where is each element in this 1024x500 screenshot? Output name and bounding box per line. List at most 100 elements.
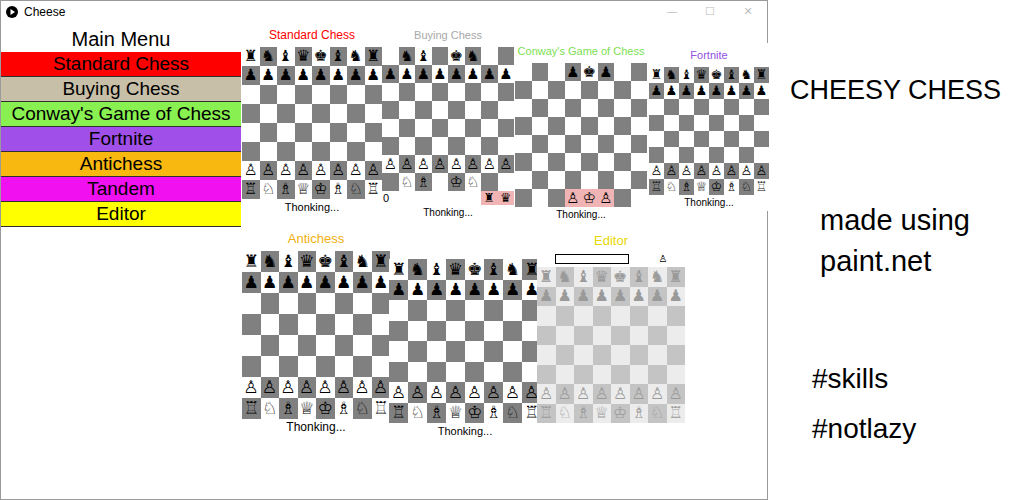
- board-square[interactable]: [260, 142, 278, 161]
- board-square[interactable]: [277, 104, 295, 123]
- board-square[interactable]: [389, 362, 408, 383]
- board-square[interactable]: [498, 47, 515, 65]
- board-square[interactable]: [739, 147, 754, 163]
- board-square[interactable]: ♚: [581, 63, 598, 81]
- board-square[interactable]: ♕: [694, 179, 709, 195]
- board-square[interactable]: ♝: [574, 267, 593, 287]
- board-square[interactable]: ♟: [399, 65, 416, 83]
- board-square[interactable]: [724, 131, 739, 147]
- board-square[interactable]: ♝: [427, 259, 446, 280]
- board-square[interactable]: ♘: [347, 180, 365, 199]
- board-square[interactable]: [667, 365, 686, 385]
- board-square[interactable]: [465, 362, 484, 383]
- board-square[interactable]: ♘: [556, 404, 575, 424]
- board-square[interactable]: [498, 101, 515, 119]
- board-square[interactable]: [372, 293, 391, 314]
- board-square[interactable]: [581, 153, 598, 171]
- board-square[interactable]: ♛: [593, 267, 612, 287]
- board-square[interactable]: [694, 99, 709, 115]
- board-square[interactable]: [427, 362, 446, 383]
- board-square[interactable]: [347, 104, 365, 123]
- board-square[interactable]: ♜: [389, 259, 408, 280]
- board-square[interactable]: [556, 326, 575, 346]
- board-square[interactable]: ♝: [679, 67, 694, 83]
- board-square[interactable]: [648, 345, 667, 365]
- board-square[interactable]: ♟: [389, 280, 408, 301]
- board-square[interactable]: [503, 341, 522, 362]
- board-square[interactable]: ♕: [446, 403, 465, 424]
- board-square[interactable]: ♙: [427, 382, 446, 403]
- board-square[interactable]: [631, 135, 648, 153]
- board-square[interactable]: ♙: [389, 382, 408, 403]
- board-square[interactable]: [709, 115, 724, 131]
- board-square[interactable]: [664, 147, 679, 163]
- board-square[interactable]: ♗: [330, 180, 348, 199]
- board-square[interactable]: [648, 365, 667, 385]
- board-square[interactable]: [664, 115, 679, 131]
- board-square[interactable]: ♟: [481, 65, 498, 83]
- board-square[interactable]: [611, 326, 630, 346]
- board-square[interactable]: ♙: [574, 384, 593, 404]
- board-square[interactable]: [382, 137, 399, 155]
- board-square[interactable]: ♝: [277, 47, 295, 66]
- board-square[interactable]: [581, 117, 598, 135]
- board-square[interactable]: ♗: [574, 404, 593, 424]
- board-square[interactable]: ♜: [537, 267, 556, 287]
- board-square[interactable]: [481, 119, 498, 137]
- board-square[interactable]: [537, 365, 556, 385]
- board-square[interactable]: ♟: [261, 272, 280, 293]
- board-square[interactable]: ♚: [312, 47, 330, 66]
- board-square[interactable]: [408, 341, 427, 362]
- board-square[interactable]: ♙: [648, 384, 667, 404]
- board-square[interactable]: [548, 189, 565, 207]
- board-square[interactable]: [242, 293, 261, 314]
- board-square[interactable]: [614, 153, 631, 171]
- board-square[interactable]: [648, 326, 667, 346]
- board-square[interactable]: [532, 81, 549, 99]
- board-square[interactable]: ♙: [382, 155, 399, 173]
- board-square[interactable]: [694, 115, 709, 131]
- board-square[interactable]: [581, 99, 598, 117]
- board-square[interactable]: [532, 189, 549, 207]
- board-square[interactable]: [295, 142, 313, 161]
- board-square[interactable]: [260, 85, 278, 104]
- board-square[interactable]: [532, 63, 549, 81]
- board-square[interactable]: [242, 335, 261, 356]
- board-square[interactable]: [614, 171, 631, 189]
- board-square[interactable]: [279, 335, 298, 356]
- board-square[interactable]: [427, 341, 446, 362]
- board-square[interactable]: [260, 104, 278, 123]
- board-square[interactable]: ♟: [446, 280, 465, 301]
- board-square[interactable]: [465, 101, 482, 119]
- board-square[interactable]: [353, 356, 372, 377]
- board-square[interactable]: [565, 171, 582, 189]
- board-square[interactable]: ♞: [503, 259, 522, 280]
- menu-item[interactable]: Editor: [1, 202, 241, 227]
- board-square[interactable]: [415, 119, 432, 137]
- board-square[interactable]: ♟: [630, 287, 649, 307]
- board-square[interactable]: ♔: [709, 179, 724, 195]
- board-square[interactable]: [382, 83, 399, 101]
- shop-piece[interactable]: ♛: [498, 191, 515, 205]
- board-square[interactable]: ♙: [484, 382, 503, 403]
- board-square[interactable]: [631, 63, 648, 81]
- board-square[interactable]: ♙: [316, 377, 335, 398]
- board-square[interactable]: ♟: [415, 65, 432, 83]
- board-square[interactable]: ♞: [408, 259, 427, 280]
- board-square[interactable]: ♙: [679, 163, 694, 179]
- board-square[interactable]: [503, 362, 522, 383]
- board-square[interactable]: [631, 117, 648, 135]
- board-square[interactable]: [614, 99, 631, 117]
- board-square[interactable]: ♖: [667, 404, 686, 424]
- board-square[interactable]: [739, 99, 754, 115]
- board-square[interactable]: [279, 356, 298, 377]
- board-square[interactable]: ♙: [565, 189, 582, 207]
- board-square[interactable]: [548, 81, 565, 99]
- board-square[interactable]: [399, 101, 416, 119]
- board-square[interactable]: ♟: [598, 63, 615, 81]
- board-square[interactable]: [498, 83, 515, 101]
- board-square[interactable]: ♞: [347, 47, 365, 66]
- board-square[interactable]: [330, 142, 348, 161]
- board-square[interactable]: [298, 293, 317, 314]
- board-square[interactable]: ♟: [537, 287, 556, 307]
